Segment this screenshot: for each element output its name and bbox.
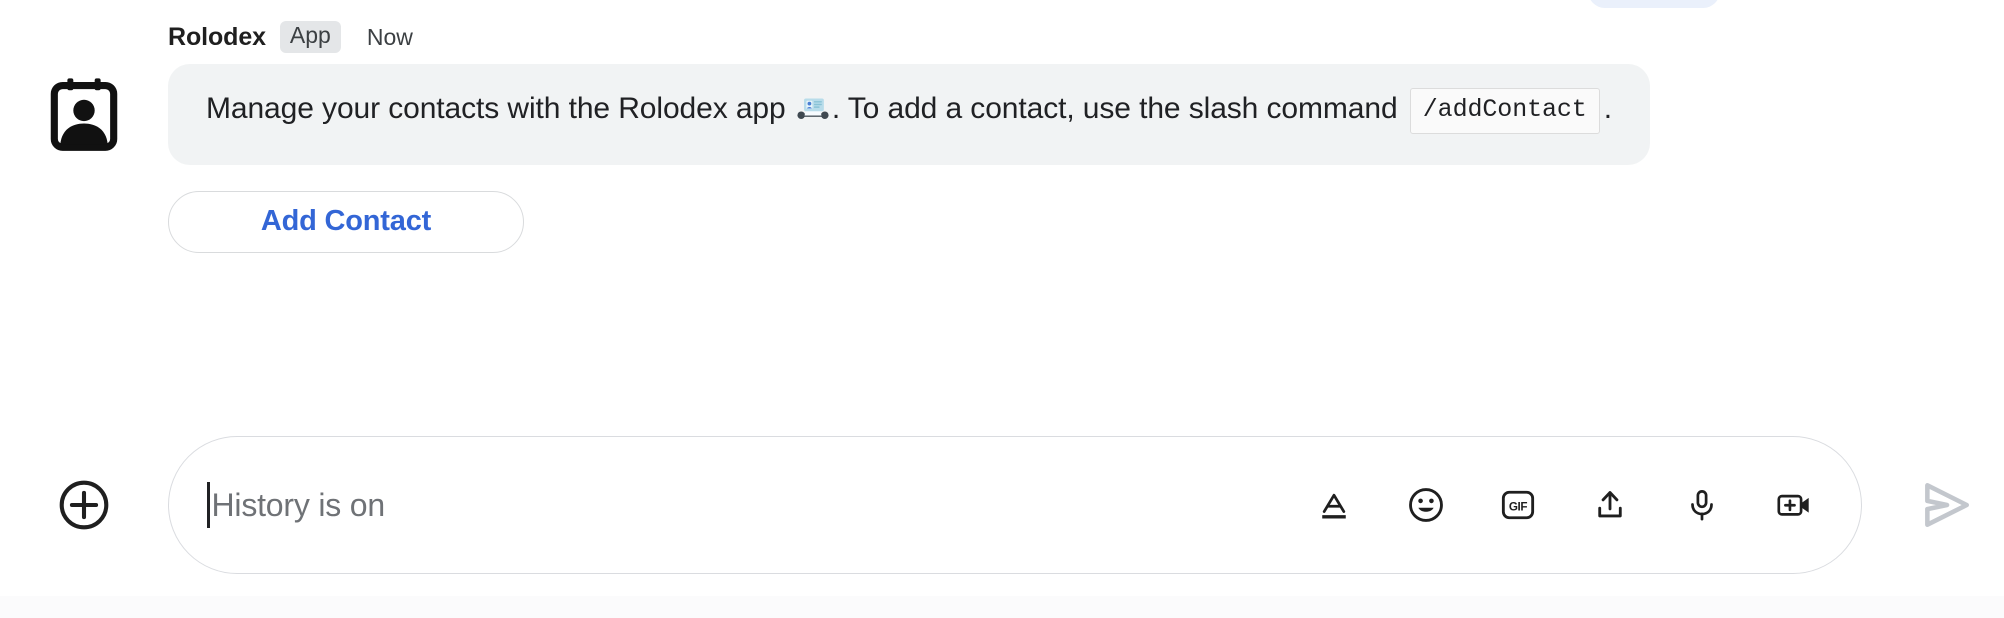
contact-card-icon [46, 76, 122, 152]
message-bubble: Manage your contacts with the Rolodex ap… [168, 64, 1650, 165]
send-paper-plane-icon [1917, 476, 1975, 534]
message-row: Rolodex App Now Manage your contacts wit… [0, 21, 2004, 253]
upload-file-icon[interactable] [1587, 482, 1633, 528]
message-content: Rolodex App Now Manage your contacts wit… [168, 21, 2004, 253]
message-actions: Add Contact [168, 190, 1924, 253]
message-text: Manage your contacts with the Rolodex ap… [206, 88, 1612, 137]
app-badge: App [279, 21, 341, 53]
microphone-icon[interactable] [1679, 482, 1725, 528]
composer-placeholder: History is on [211, 486, 386, 523]
avatar-column [0, 22, 168, 152]
send-button[interactable] [1888, 476, 2004, 534]
composer-toolbar: GIF [1281, 482, 1817, 528]
chat-app-window: Rolodex App Now Manage your contacts wit… [0, 0, 2004, 618]
message-timestamp: Now [366, 23, 413, 50]
message-header: Rolodex App Now [168, 21, 1924, 53]
message-composer: History is on GIF [0, 434, 2004, 576]
previous-message-peek [1588, 0, 1720, 8]
message-text-part-3: . [1603, 92, 1612, 125]
card-index-emoji [796, 90, 830, 137]
svg-text:GIF: GIF [1509, 501, 1527, 514]
add-contact-button[interactable]: Add Contact [168, 190, 524, 253]
message-text-part-1: Manage your contacts with the Rolodex ap… [206, 92, 786, 125]
emoji-icon[interactable] [1403, 482, 1449, 528]
format-text-icon[interactable] [1311, 482, 1357, 528]
attach-plus-button[interactable] [0, 479, 168, 531]
bottom-edge-band [0, 596, 2004, 618]
message-input[interactable]: History is on [207, 437, 1281, 573]
text-caret [207, 482, 210, 528]
message-text-part-2: . To add a contact, use the slash comman… [831, 92, 1398, 125]
sender-name: Rolodex [168, 22, 266, 51]
gif-icon[interactable]: GIF [1495, 482, 1541, 528]
slash-command-chip: /addContact [1409, 88, 1600, 134]
add-video-icon[interactable] [1771, 482, 1817, 528]
plus-circle-icon [58, 479, 110, 531]
composer-input-shell: History is on GIF [168, 436, 1862, 574]
